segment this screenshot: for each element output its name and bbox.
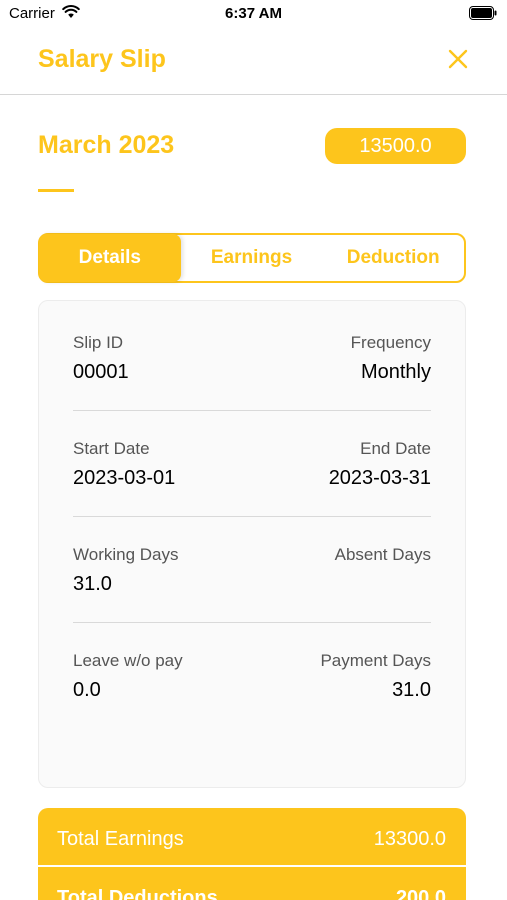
detail-label: Working Days — [73, 545, 179, 564]
detail-value: 0.0 — [73, 679, 101, 701]
detail-working-days: Working Days 31.0 — [73, 545, 179, 596]
app-header: Salary Slip — [0, 28, 507, 95]
status-time: 6:37 AM — [225, 5, 282, 22]
detail-divider — [73, 622, 431, 623]
detail-label: Start Date — [73, 439, 150, 458]
net-amount-badge: 13500.0 — [325, 128, 466, 164]
total-deductions-label: Total Deductions — [57, 887, 218, 900]
status-bar: Carrier 6:37 AM — [0, 0, 507, 28]
detail-slip-id: Slip ID 00001 — [73, 333, 129, 384]
detail-label: Absent Days — [334, 545, 431, 564]
detail-label: End Date — [360, 439, 431, 458]
page-title: Salary Slip — [38, 45, 166, 73]
detail-value: 31.0 — [73, 573, 112, 595]
detail-payment-days: Payment Days 31.0 — [320, 651, 431, 702]
detail-label: Payment Days — [320, 651, 431, 670]
close-icon[interactable] — [447, 48, 469, 70]
detail-leave-without-pay: Leave w/o pay 0.0 — [73, 651, 183, 702]
detail-divider — [73, 516, 431, 517]
tab-earnings[interactable]: Earnings — [181, 235, 323, 281]
month-underline — [38, 189, 74, 192]
battery-icon — [469, 6, 497, 20]
total-deductions-row: Total Deductions 200.0 — [38, 867, 466, 900]
details-card: Slip ID 00001 Frequency Monthly Start Da… — [38, 300, 466, 788]
total-earnings-label: Total Earnings — [57, 828, 184, 850]
detail-row-payment: Leave w/o pay 0.0 Payment Days 31.0 — [73, 651, 431, 711]
detail-value: 2023-03-01 — [73, 467, 176, 489]
total-earnings-row: Total Earnings 13300.0 — [38, 808, 466, 865]
detail-label: Slip ID — [73, 333, 124, 352]
detail-value: 00001 — [73, 361, 129, 383]
detail-frequency: Frequency Monthly — [351, 333, 431, 384]
totals-panel: Total Earnings 13300.0 Total Deductions … — [38, 808, 466, 900]
total-earnings-value: 13300.0 — [373, 828, 446, 850]
detail-row-days: Working Days 31.0 Absent Days — [73, 545, 431, 605]
detail-value: Monthly — [360, 361, 431, 383]
detail-start-date: Start Date 2023-03-01 — [73, 439, 175, 490]
detail-value: 2023-03-31 — [328, 467, 431, 489]
detail-absent-days: Absent Days — [335, 545, 431, 573]
detail-end-date: End Date 2023-03-31 — [329, 439, 431, 490]
detail-row-slip: Slip ID 00001 Frequency Monthly — [73, 333, 431, 393]
detail-row-dates: Start Date 2023-03-01 End Date 2023-03-3… — [73, 439, 431, 499]
detail-divider — [73, 410, 431, 411]
slip-tabs: Details Earnings Deduction — [38, 233, 466, 283]
detail-label: Leave w/o pay — [73, 651, 183, 670]
detail-value: 31.0 — [392, 679, 431, 701]
total-deductions-value: 200.0 — [395, 887, 446, 900]
tab-deduction[interactable]: Deduction — [322, 235, 464, 281]
detail-label: Frequency — [350, 333, 431, 352]
slip-month-title: March 2023 — [38, 131, 175, 159]
tab-details[interactable]: Details — [39, 234, 181, 282]
